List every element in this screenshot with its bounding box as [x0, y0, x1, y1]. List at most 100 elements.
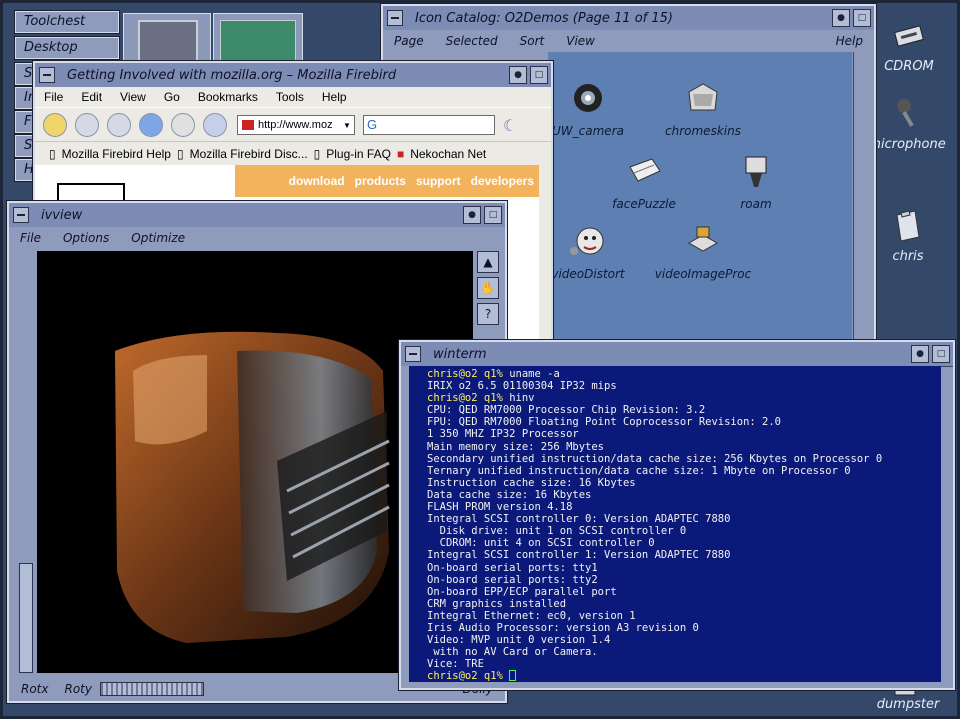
stop-icon[interactable]: [171, 113, 195, 137]
desktop-icon-cdrom[interactable]: CDROM: [864, 19, 954, 74]
firebird-titlebar[interactable]: Getting Involved with mozilla.org – Mozi…: [35, 63, 551, 88]
maximize-button[interactable]: □: [932, 345, 950, 363]
terminal-line: Video: MVP unit 0 version 1.4: [427, 634, 941, 646]
new-tab-icon[interactable]: [43, 113, 67, 137]
url-dropdown-icon[interactable]: ▼: [340, 121, 354, 130]
vertical-thumbwheel[interactable]: [19, 563, 33, 673]
nav-products[interactable]: products: [350, 174, 411, 188]
window-menu-button[interactable]: [13, 207, 29, 223]
minimize-button[interactable]: ●: [832, 9, 850, 27]
terminal-text: Iris Audio Processor: version A3 revisio…: [427, 621, 699, 634]
menu-sort[interactable]: Sort: [509, 34, 556, 48]
shell-prompt: chris@o2 q1%: [427, 368, 510, 380]
rotx-label: Rotx: [21, 682, 49, 696]
search-input[interactable]: G: [363, 115, 495, 135]
icon-catalog-titlebar[interactable]: Icon Catalog: O2Demos (Page 11 of 15) ● …: [383, 6, 874, 31]
bookmark-nekochan[interactable]: Nekochan Net: [408, 147, 490, 161]
forward-icon[interactable]: [107, 113, 131, 137]
toolchest-title[interactable]: Toolchest: [14, 10, 120, 34]
menu-edit[interactable]: Edit: [72, 90, 111, 104]
catalog-icon-facepuzzle[interactable]: facePuzzle: [589, 151, 699, 211]
nav-developers[interactable]: developers: [466, 174, 539, 188]
terminal-line: Integral SCSI controller 0: Version ADAP…: [427, 513, 941, 525]
home-icon[interactable]: [203, 113, 227, 137]
nav-support[interactable]: support: [411, 174, 466, 188]
bookmark-firebird-help[interactable]: Mozilla Firebird Help: [60, 147, 175, 161]
menu-help[interactable]: Help: [313, 90, 356, 104]
desktop-icon-dumpster[interactable]: dumpster: [863, 697, 953, 712]
maximize-button[interactable]: □: [853, 9, 871, 27]
desktop-icon-label: CDROM: [884, 59, 934, 74]
menu-view[interactable]: View: [555, 34, 606, 48]
catalog-icon-videoimageproc[interactable]: videoImageProc: [648, 221, 758, 281]
firebird-menubar: File Edit View Go Bookmarks Tools Help: [35, 87, 551, 107]
bookmark-plugin-faq[interactable]: Plug-in FAQ: [324, 147, 395, 161]
menu-view[interactable]: View: [111, 90, 155, 104]
terminal-line: Instruction cache size: 16 Kbytes: [427, 477, 941, 489]
desktop-icon-chris[interactable]: chris: [863, 209, 953, 264]
desktop-icon-label: dumpster: [876, 697, 940, 712]
minimize-button[interactable]: ●: [911, 345, 929, 363]
catalog-icon-label: roam: [740, 197, 772, 211]
winterm-window: winterm ● □ chris@o2 q1% uname -a IRIX o2…: [398, 339, 956, 691]
terminal-text: Integral Ethernet: ec0, version 1: [427, 609, 636, 622]
menu-selected[interactable]: Selected: [435, 34, 509, 48]
menu-help[interactable]: Help: [825, 34, 874, 48]
terminal-line: Integral SCSI controller 1: Version ADAP…: [427, 549, 941, 561]
back-icon[interactable]: [75, 113, 99, 137]
nav-download[interactable]: download: [284, 174, 350, 188]
menu-options[interactable]: Options: [52, 231, 120, 245]
terminal-text: hinv: [509, 392, 535, 405]
roam-icon: [745, 156, 767, 187]
terminal-line: 1 350 MHZ IP32 Processor: [427, 428, 941, 440]
ivview-titlebar[interactable]: ivview ● □: [9, 203, 505, 228]
url-bar[interactable]: http://www.moz ▼: [237, 115, 355, 135]
terminal-output[interactable]: chris@o2 q1% uname -a IRIX o2 6.5 0110030…: [409, 366, 941, 682]
maximize-button[interactable]: □: [484, 206, 502, 224]
terminal-text: Vice: TRE: [427, 658, 484, 671]
terminal-line: CDROM: unit 4 on SCSI controller 0: [427, 537, 941, 549]
icon-catalog-scrollbar[interactable]: [853, 52, 872, 346]
help-tool-icon[interactable]: ?: [477, 303, 499, 325]
shell-prompt: chris@o2 q1%: [427, 392, 510, 405]
terminal-text: Ternary unified instruction/data cache s…: [427, 464, 851, 477]
terminal-text: Integral SCSI controller 0: Version ADAP…: [427, 513, 731, 526]
menu-go[interactable]: Go: [155, 90, 189, 104]
terminal-line: chris@o2 q1% uname -a: [427, 368, 941, 380]
catalog-icon-chromeskins[interactable]: chromeskins: [648, 78, 758, 138]
menu-tools[interactable]: Tools: [267, 90, 313, 104]
window-menu-button[interactable]: [405, 346, 421, 362]
terminal-scrollbar[interactable]: [401, 366, 409, 682]
menu-file[interactable]: File: [9, 231, 52, 245]
bookmark-firebird-disc[interactable]: Mozilla Firebird Disc...: [188, 147, 312, 161]
maximize-button[interactable]: □: [530, 66, 548, 84]
terminal-line: On-board serial ports: tty2: [427, 574, 941, 586]
toolchest-item-desktop[interactable]: Desktop: [14, 36, 120, 60]
winterm-titlebar[interactable]: winterm ● □: [401, 342, 953, 367]
menu-page[interactable]: Page: [383, 34, 435, 48]
hand-tool-icon[interactable]: ✋: [477, 277, 499, 299]
menu-file[interactable]: File: [35, 90, 72, 104]
reload-icon[interactable]: [139, 113, 163, 137]
window-title: Getting Involved with mozilla.org – Mozi…: [67, 67, 397, 83]
pick-arrow-tool-icon[interactable]: ▲: [477, 251, 499, 273]
catalog-icon-roam[interactable]: roam: [701, 151, 811, 211]
minimize-button[interactable]: ●: [463, 206, 481, 224]
window-menu-button[interactable]: [39, 67, 55, 83]
window-preview-icon: [220, 20, 296, 62]
minimize-button[interactable]: ●: [509, 66, 527, 84]
terminal-line: Disk drive: unit 1 on SCSI controller 0: [427, 525, 941, 537]
window-title: ivview: [41, 207, 83, 223]
url-text: http://www.moz: [258, 119, 333, 131]
site-favicon-icon: [242, 120, 254, 130]
catalog-icon-label: facePuzzle: [612, 197, 676, 211]
terminal-text: On-board serial ports: tty1: [427, 561, 598, 574]
terminal-text: with no AV Card or Camera.: [427, 646, 598, 659]
menu-bookmarks[interactable]: Bookmarks: [189, 90, 267, 104]
terminal-line: Main memory size: 256 Mbytes: [427, 441, 941, 453]
terminal-line: Data cache size: 16 Kbytes: [427, 489, 941, 501]
terminal-text: Disk drive: unit 1 on SCSI controller 0: [427, 525, 687, 538]
menu-optimize[interactable]: Optimize: [120, 231, 196, 245]
window-menu-button[interactable]: [387, 10, 403, 26]
horizontal-thumbwheel[interactable]: [100, 682, 204, 696]
